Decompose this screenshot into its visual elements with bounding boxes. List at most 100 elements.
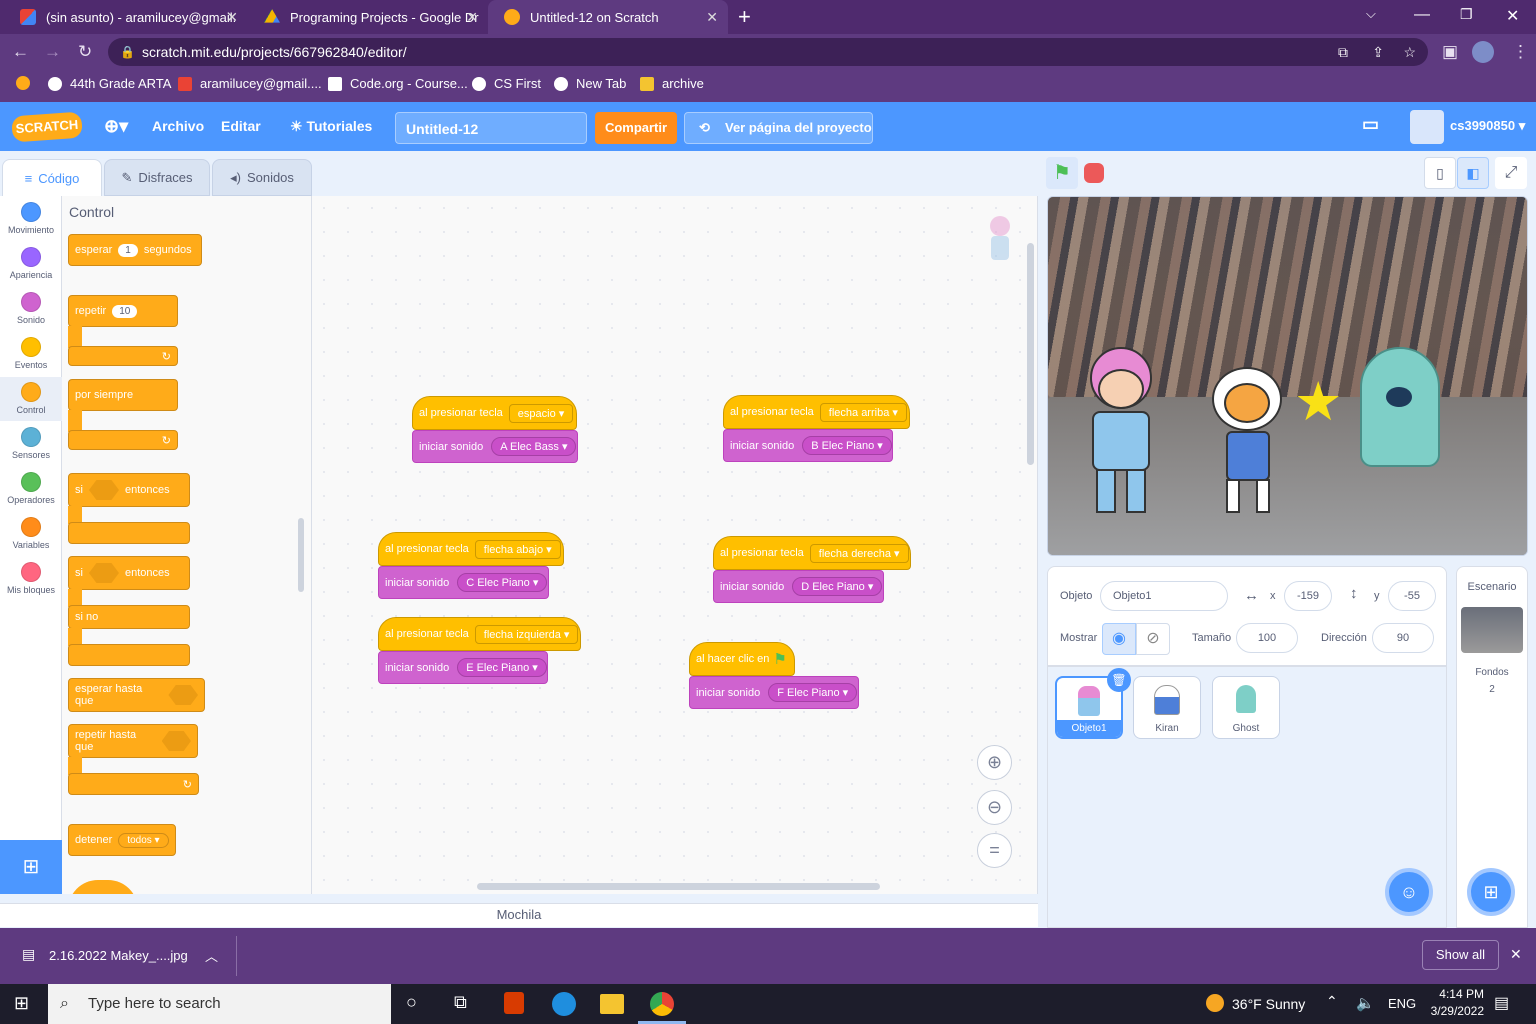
share-button[interactable]: Compartir xyxy=(595,112,677,144)
chevron-up-icon[interactable]: ︿ xyxy=(205,946,218,965)
show-sprite-button[interactable]: ◉ xyxy=(1102,623,1136,655)
sprite-objeto1[interactable] xyxy=(1078,347,1163,517)
bookmark-item[interactable]: New Tab xyxy=(554,76,626,91)
block-start-sound[interactable]: iniciar sonido E Elec Piano ▾ xyxy=(378,651,548,684)
user-avatar[interactable] xyxy=(1410,110,1444,144)
tab-sounds[interactable]: ◂) Sonidos xyxy=(212,159,312,196)
y-input[interactable]: -55 xyxy=(1388,581,1436,611)
block-if-else[interactable]: si entonces xyxy=(68,556,190,590)
windows-start-icon[interactable]: ⊞ xyxy=(14,993,29,1014)
delete-sprite-button[interactable]: 🗑 xyxy=(1107,668,1131,692)
tab-code[interactable]: ≡ Código xyxy=(2,159,102,196)
show-all-downloads-button[interactable]: Show all xyxy=(1422,940,1499,970)
hat-when-key-pressed[interactable]: al presionar tecla flecha izquierda ▾ xyxy=(378,617,581,651)
browser-tab-scratch[interactable]: Untitled-12 on Scratch ✕ xyxy=(488,0,728,34)
bookmark-item[interactable]: archive xyxy=(640,76,704,91)
profile-avatar[interactable] xyxy=(1472,41,1494,63)
block-if-then[interactable]: si entonces xyxy=(68,473,190,507)
key-dropdown[interactable]: flecha izquierda ▾ xyxy=(474,624,579,644)
back-icon[interactable]: ← xyxy=(12,42,29,62)
small-stage-button[interactable]: ▯ xyxy=(1424,157,1456,189)
scratch-logo[interactable]: SCRATCH xyxy=(11,111,83,143)
block-input[interactable]: 1 xyxy=(118,243,138,257)
hide-sprite-button[interactable]: ⊘ xyxy=(1136,623,1170,655)
category-control[interactable]: Control xyxy=(0,377,62,421)
bookmark-item[interactable]: CS First xyxy=(472,76,541,91)
sprite-ghost[interactable] xyxy=(1348,347,1458,477)
sound-dropdown[interactable]: B Elec Piano ▾ xyxy=(802,436,892,455)
category-sound[interactable]: Sonido xyxy=(0,292,62,325)
forward-icon[interactable]: → xyxy=(44,42,61,62)
language-indicator[interactable]: ENG xyxy=(1388,996,1416,1011)
backpack-bar[interactable]: Mochila xyxy=(0,903,1038,927)
close-window-icon[interactable]: ✕ xyxy=(1506,6,1519,26)
url-field[interactable]: 🔒 scratch.mit.edu/projects/667962840/edi… xyxy=(108,38,1428,66)
category-operators[interactable]: Operadores xyxy=(0,472,62,505)
key-dropdown[interactable]: espacio ▾ xyxy=(508,403,574,423)
sprite-kiran[interactable]: ★ xyxy=(1198,347,1342,517)
menu-icon[interactable]: ⋮ xyxy=(1512,42,1529,62)
block-forever[interactable]: por siempre xyxy=(68,379,178,411)
my-stuff-folder-icon[interactable]: ▭ xyxy=(1362,114,1379,135)
boolean-slot[interactable] xyxy=(161,731,191,751)
direction-input[interactable]: 90 xyxy=(1372,623,1434,653)
language-globe-icon[interactable]: ⊕▾ xyxy=(104,116,128,137)
block-hat-partial[interactable] xyxy=(68,880,138,894)
category-sensing[interactable]: Sensores xyxy=(0,427,62,460)
chevron-up-icon[interactable]: ⌃ xyxy=(1326,993,1338,1010)
block-start-sound[interactable]: iniciar sonido D Elec Piano ▾ xyxy=(713,570,884,603)
notifications-icon[interactable]: ▤ xyxy=(1494,993,1509,1013)
restore-icon[interactable]: ❐ xyxy=(1460,6,1473,23)
stage-canvas[interactable]: ★ xyxy=(1047,196,1528,556)
add-sprite-button[interactable]: ☺ xyxy=(1385,868,1433,916)
zoom-in-button[interactable]: ⊕ xyxy=(977,745,1012,780)
boolean-slot[interactable] xyxy=(88,563,119,583)
category-variables[interactable]: Variables xyxy=(0,517,62,550)
boolean-slot[interactable] xyxy=(88,480,119,500)
volume-icon[interactable]: 🔈 xyxy=(1356,994,1375,1012)
scratch-bookmark-icon[interactable] xyxy=(16,76,38,90)
star-icon[interactable]: ☆ xyxy=(1403,38,1416,66)
script-area-vscrollbar[interactable] xyxy=(1027,243,1034,465)
sprite-thumb-ghost[interactable]: Ghost xyxy=(1212,676,1280,739)
bookmark-item[interactable]: aramilucey@gmail.... xyxy=(178,76,322,91)
see-project-page-button[interactable]: ⟲ Ver página del proyecto xyxy=(684,112,873,144)
share-icon[interactable]: ⇪ xyxy=(1372,38,1384,66)
x-input[interactable]: -159 xyxy=(1284,581,1332,611)
hat-when-key-pressed[interactable]: al presionar tecla espacio ▾ xyxy=(412,396,577,430)
block-wait-until[interactable]: esperar hasta que xyxy=(68,678,205,712)
clock-date[interactable]: 3/29/2022 xyxy=(1416,1004,1484,1018)
hat-when-flag-clicked[interactable]: al hacer clic en ⚑ xyxy=(689,642,795,676)
key-dropdown[interactable]: flecha derecha ▾ xyxy=(809,543,909,563)
green-flag-button[interactable]: ⚑ xyxy=(1046,157,1078,189)
reload-icon[interactable]: ↻ xyxy=(78,42,92,62)
hat-when-key-pressed[interactable]: al presionar tecla flecha arriba ▾ xyxy=(723,395,910,429)
category-looks[interactable]: Apariencia xyxy=(0,247,62,280)
edge-icon[interactable] xyxy=(552,992,576,1016)
tutorials-menu[interactable]: ☀ Tutoriales xyxy=(290,118,372,135)
bookmark-item[interactable]: Code.org - Course... xyxy=(328,76,468,91)
file-explorer-icon[interactable] xyxy=(600,994,624,1014)
add-extension-button[interactable]: ⊞ xyxy=(0,840,62,894)
block-if-else-bottom[interactable] xyxy=(68,644,190,666)
hat-when-key-pressed[interactable]: al presionar tecla flecha derecha ▾ xyxy=(713,536,911,570)
sound-dropdown[interactable]: C Elec Piano ▾ xyxy=(457,573,548,592)
zoom-out-button[interactable]: ⊖ xyxy=(977,790,1012,825)
block-input[interactable]: 10 xyxy=(112,304,138,318)
cortana-icon[interactable]: ○ xyxy=(406,992,417,1013)
new-tab-icon[interactable]: + xyxy=(738,4,751,30)
bookmark-item[interactable]: 44th Grade ARTA xyxy=(48,76,171,91)
sound-dropdown[interactable]: A Elec Bass ▾ xyxy=(491,437,577,456)
task-view-icon[interactable]: ⧉ xyxy=(454,992,467,1013)
block-wait[interactable]: esperar 1 segundos xyxy=(68,234,202,266)
browser-tab-gmail[interactable]: (sin asunto) - aramilucey@gmail. ✕ xyxy=(4,0,248,34)
block-repeat-until[interactable]: repetir hasta que xyxy=(68,724,198,758)
username[interactable]: cs3990850 ▾ xyxy=(1450,118,1525,134)
taskbar-search-input[interactable]: ⌕ Type here to search xyxy=(48,984,391,1024)
backdrop-thumbnail[interactable] xyxy=(1461,607,1523,653)
tab-costumes[interactable]: ✎ Disfraces xyxy=(104,159,210,196)
normal-stage-button[interactable]: ◧ xyxy=(1457,157,1489,189)
sound-dropdown[interactable]: E Elec Piano ▾ xyxy=(457,658,547,677)
file-menu[interactable]: Archivo xyxy=(152,118,204,134)
block-repeat-until-bottom[interactable]: ↻ xyxy=(68,773,199,795)
